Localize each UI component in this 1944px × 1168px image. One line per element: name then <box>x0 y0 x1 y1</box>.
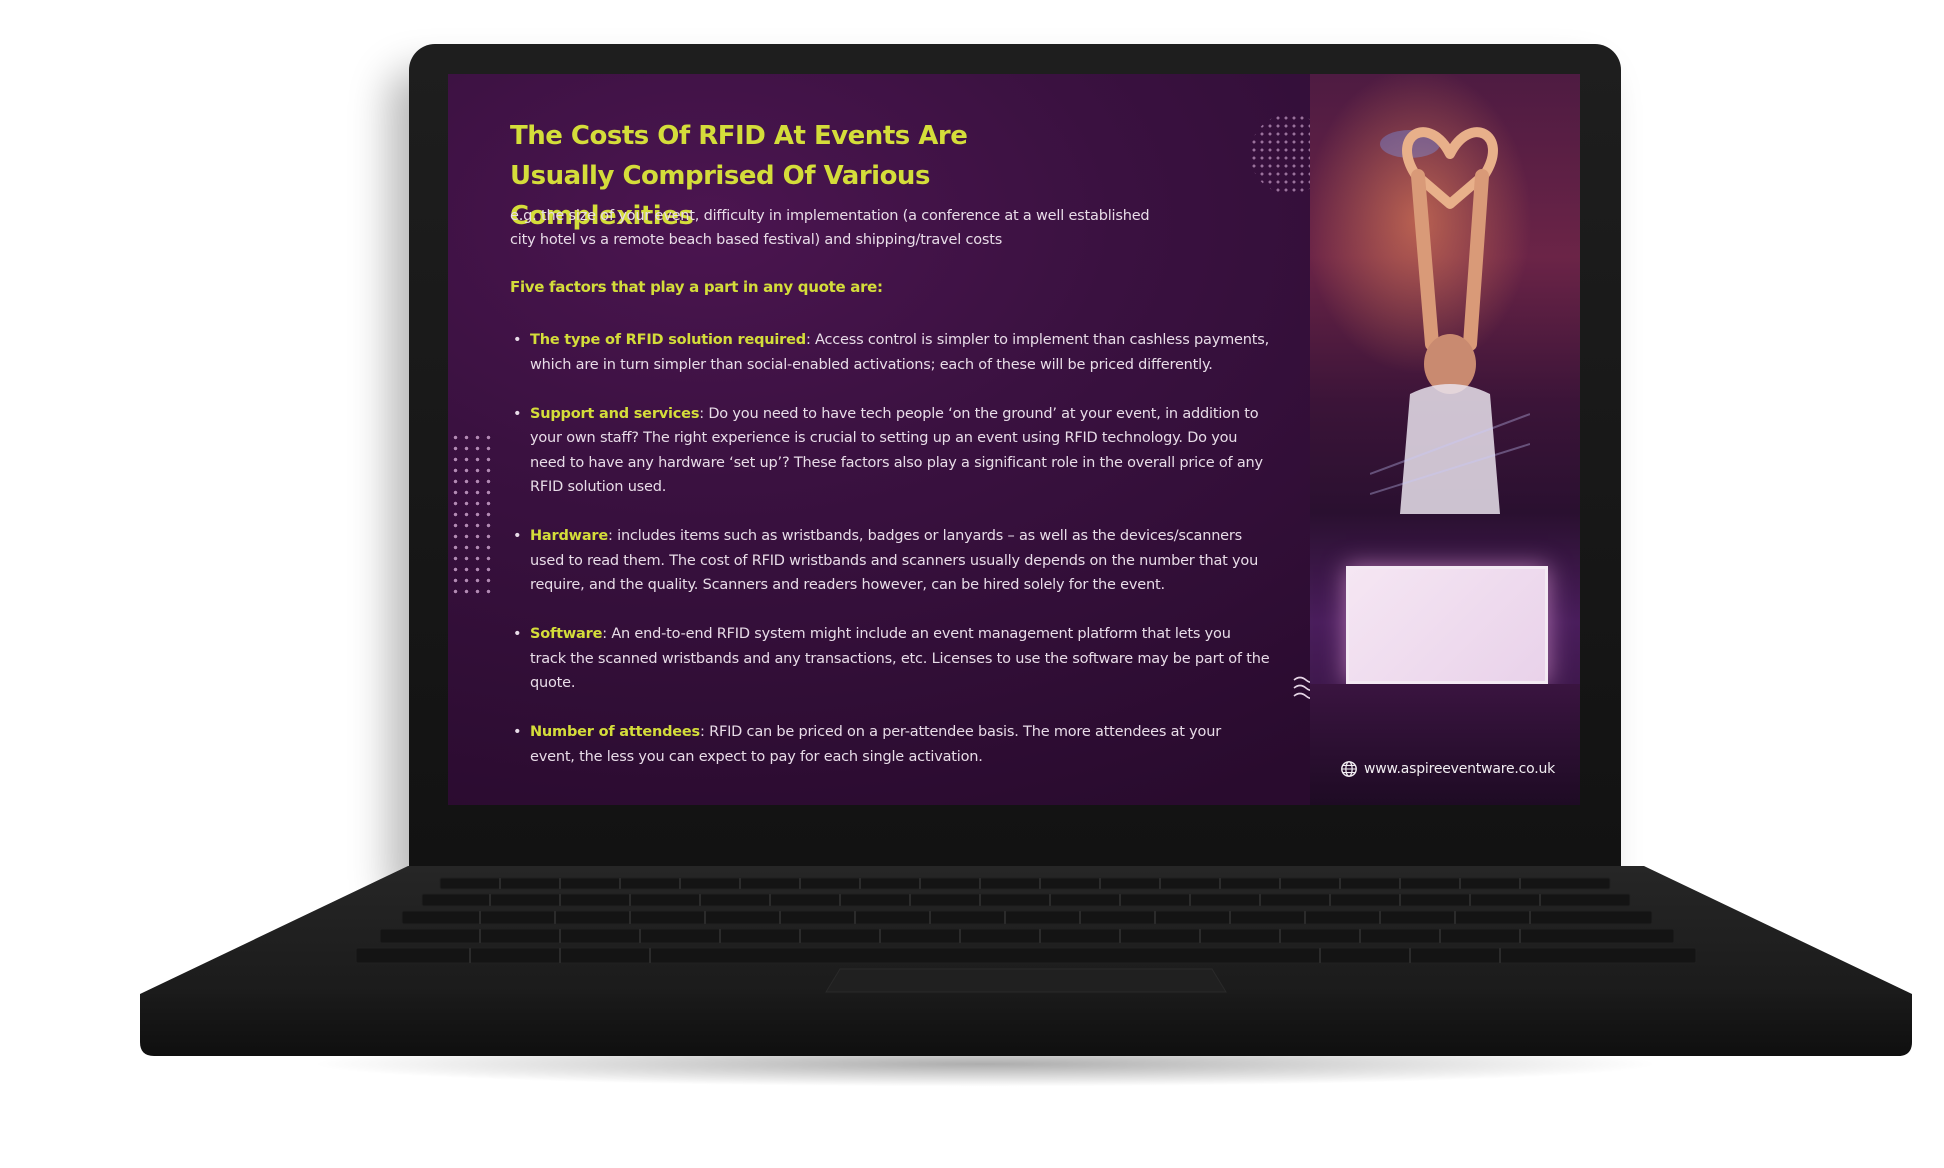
factor-lead: The type of RFID solution required <box>530 332 806 348</box>
factor-item: Hardware: includes items such as wristba… <box>510 524 1270 598</box>
factor-text: : includes items such as wristbands, bad… <box>530 528 1259 593</box>
laptop-keyboard-base <box>140 866 1912 1056</box>
presentation-screen-image <box>1346 566 1548 684</box>
factor-lead: Number of attendees <box>530 724 700 740</box>
globe-icon <box>1341 761 1357 777</box>
factor-item: Number of attendees: RFID can be priced … <box>510 720 1270 769</box>
laptop-screen: The Costs Of RFID At Events Are Usually … <box>448 74 1580 805</box>
factor-lead: Hardware <box>530 528 609 544</box>
factor-item: The type of RFID solution required: Acce… <box>510 328 1270 377</box>
concert-crowd-image <box>1370 127 1530 514</box>
audience-image <box>1310 684 1580 805</box>
decorative-dot-grid <box>450 432 494 596</box>
factors-heading: Five factors that play a part in any quo… <box>510 278 883 296</box>
slide-intro: e.g. the size of your event, difficulty … <box>510 208 1150 248</box>
website-url[interactable]: www.aspireeventware.co.uk <box>1364 761 1555 777</box>
factor-lead: Support and services <box>530 405 700 422</box>
event-photo: www.aspireeventware.co.uk <box>1310 74 1580 805</box>
website-footer: www.aspireeventware.co.uk <box>1340 760 1555 778</box>
laptop-mockup: The Costs Of RFID At Events Are Usually … <box>0 0 1944 1168</box>
factor-lead: Software <box>530 626 603 642</box>
factors-list: The type of RFID solution required: Acce… <box>510 328 1270 794</box>
factor-text: : An end-to-end RFID system might includ… <box>530 626 1270 691</box>
factor-item: Support and services: Do you need to hav… <box>510 402 1270 500</box>
factor-item: Software: An end-to-end RFID system migh… <box>510 622 1270 696</box>
slide-content: The Costs Of RFID At Events Are Usually … <box>448 74 1343 805</box>
